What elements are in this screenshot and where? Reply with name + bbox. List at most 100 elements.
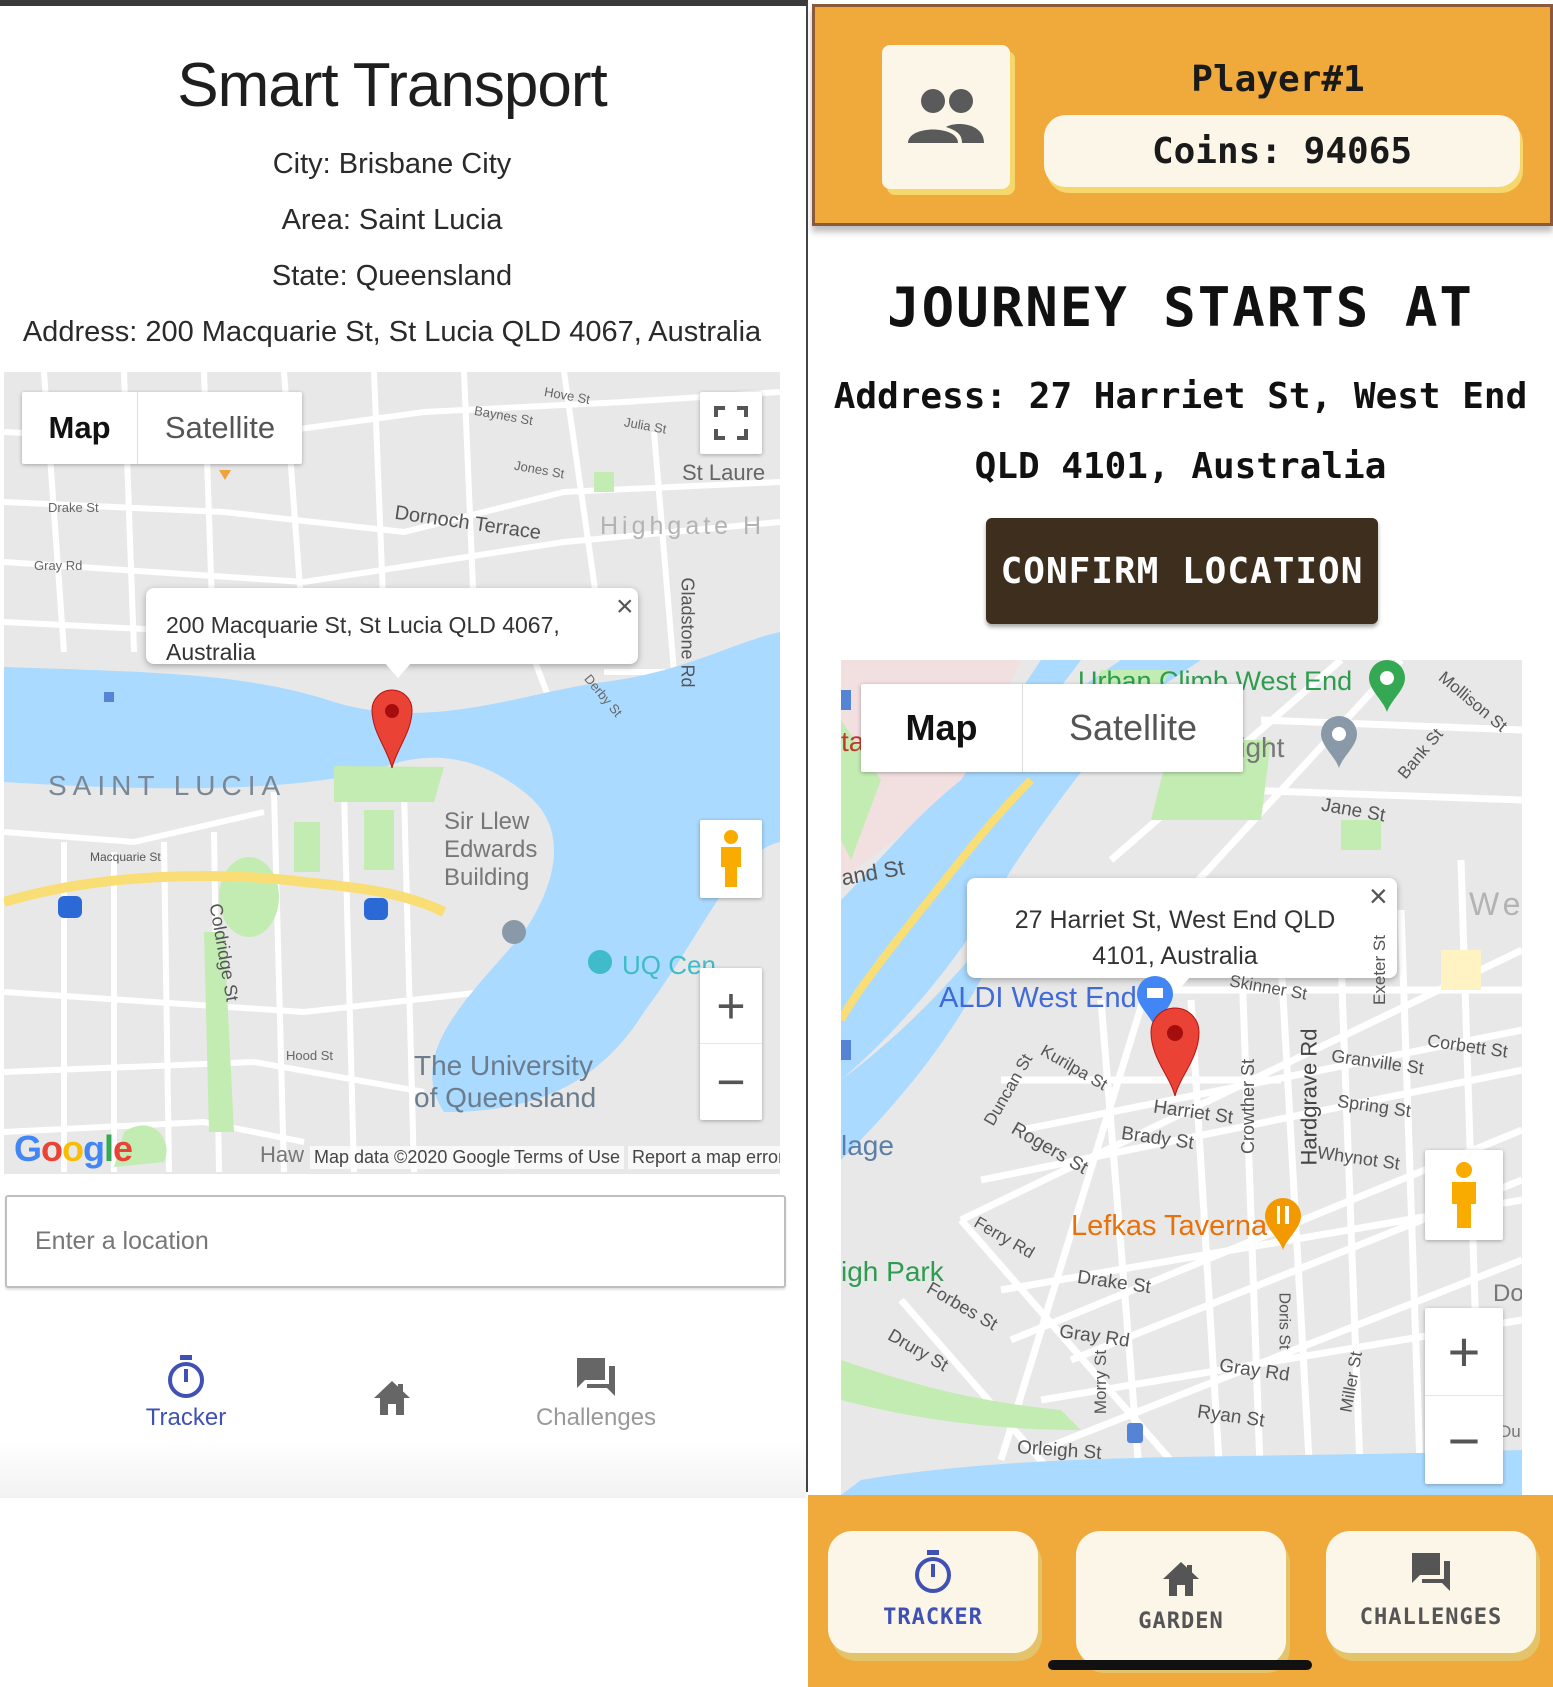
street-view-pegman[interactable] xyxy=(700,820,762,898)
map-type-satellite-button[interactable]: Satellite xyxy=(138,392,302,464)
infowindow-close-icon[interactable]: × xyxy=(616,590,634,624)
zoom-in-button[interactable]: + xyxy=(1425,1308,1503,1396)
park-pin-icon xyxy=(1369,660,1405,712)
map-label-doris: Doris St xyxy=(1275,1292,1293,1350)
forum-icon xyxy=(577,1358,615,1396)
infowindow-pointer xyxy=(384,662,412,678)
nav-tracker-label: TRACKER xyxy=(883,1605,983,1630)
map-label-aldi: ALDI West End xyxy=(939,982,1137,1014)
home-icon xyxy=(1163,1562,1199,1596)
nav-garden-label: GARDEN xyxy=(1138,1609,1224,1634)
nav-tracker[interactable]: TRACKER xyxy=(828,1531,1038,1653)
stopwatch-icon xyxy=(168,1355,204,1398)
map-terms-link[interactable]: Terms of Use xyxy=(510,1146,625,1169)
map-label-uq-1: The University xyxy=(414,1050,593,1081)
map-label-we: We xyxy=(1469,886,1522,922)
location-search-input[interactable] xyxy=(5,1195,786,1288)
journey-heading: JOURNEY STARTS AT xyxy=(887,276,1474,339)
map-label-macquarie: Macquarie St xyxy=(90,850,161,864)
map-view[interactable]: Map Satellite St Laure Highgate H Dornoc… xyxy=(4,372,780,1174)
stopwatch-icon xyxy=(915,1550,951,1593)
journey-address-line1: Address: 27 Harriet St, West End xyxy=(833,376,1528,417)
map-label-sir-llew-2: Edwards xyxy=(444,836,538,863)
map-label-uq-2: of Queensland xyxy=(414,1082,597,1113)
map-type-control: Map Satellite xyxy=(861,684,1243,772)
map-type-control: Map Satellite xyxy=(22,392,302,464)
nav-tracker[interactable]: Tracker xyxy=(86,1354,286,1432)
nav-challenges[interactable]: CHALLENGES xyxy=(1326,1531,1536,1653)
bottom-nav: Tracker Challenges xyxy=(0,1306,806,1498)
state-text: State: Queensland xyxy=(271,260,513,292)
map-label-saint-lucia: SAINT LUCIA xyxy=(48,770,287,801)
map-label-morry: Morry St xyxy=(1091,1349,1111,1415)
map-label-uq: The University of Queensland xyxy=(414,1050,596,1114)
map-label-hood: Hood St xyxy=(286,1048,333,1063)
map-label-sir-llew-1: Sir Llew xyxy=(444,808,530,835)
nav-challenges-label: CHALLENGES xyxy=(1359,1605,1503,1630)
map-label-do: Do xyxy=(1493,1280,1522,1307)
map-label-sir-llew-3: Building xyxy=(444,864,530,891)
map-type-map-button[interactable]: Map xyxy=(861,684,1023,772)
confirm-location-button[interactable]: CONFIRM LOCATION xyxy=(986,518,1378,624)
map-label-gray: Gray Rd xyxy=(34,558,83,573)
location-marker-icon[interactable] xyxy=(1149,1006,1201,1098)
fullscreen-button[interactable] xyxy=(700,392,762,454)
nav-garden[interactable]: GARDEN xyxy=(1076,1531,1286,1665)
pegman-icon xyxy=(1452,1162,1476,1228)
home-indicator xyxy=(1048,1660,1312,1670)
map-label-exeter: Exeter St xyxy=(1369,935,1389,1005)
nav-tracker-label: Tracker xyxy=(145,1404,227,1431)
location-marker-icon[interactable] xyxy=(370,688,414,770)
zoom-control: + − xyxy=(700,968,762,1120)
people-icon xyxy=(908,89,984,143)
zoom-in-button[interactable]: + xyxy=(700,968,762,1044)
city-text: City: Brisbane City xyxy=(272,148,512,180)
map-type-map-button[interactable]: Map xyxy=(22,392,138,464)
app-title: Smart Transport xyxy=(177,51,607,120)
home-icon xyxy=(374,1381,410,1415)
map-label-crowther: Crowther St xyxy=(1238,1058,1259,1155)
map-label-st-laure: St Laure xyxy=(682,460,766,485)
pegman-icon xyxy=(721,830,741,887)
map-attribution: Map data ©2020 Google xyxy=(310,1146,515,1169)
map-infowindow-line1: 27 Harriet St, West End QLD xyxy=(1014,906,1336,934)
nav-challenges-label: Challenges xyxy=(535,1404,657,1431)
map-report-link[interactable]: Report a map error xyxy=(628,1146,780,1169)
area-text: Area: Saint Lucia xyxy=(281,204,503,236)
map-infowindow: 27 Harriet St, West End QLD 4101, Austra… xyxy=(967,878,1397,992)
map-label-gladstone: Gladstone Rd xyxy=(677,577,698,688)
street-view-pegman[interactable] xyxy=(1425,1150,1503,1240)
poi-pin-icon xyxy=(1321,716,1357,768)
map-label-park: igh Park xyxy=(841,1256,944,1287)
nav-challenges[interactable]: Challenges xyxy=(496,1354,696,1432)
player-header: Player#1 Coins: 94065 xyxy=(812,4,1553,226)
map-label-drake: Drake St xyxy=(48,500,99,515)
map-infowindow-text: 200 Macquarie St, St Lucia QLD 4067, Aus… xyxy=(166,612,560,665)
map-label-lefkas: Lefkas Taverna xyxy=(1071,1210,1268,1242)
map-view[interactable]: Urban Climb West End light ta Jane St Mo… xyxy=(841,660,1522,1495)
nav-home[interactable] xyxy=(292,1378,492,1422)
map-type-satellite-button[interactable]: Satellite xyxy=(1023,684,1243,772)
address-text: Address: 200 Macquarie St, St Lucia QLD … xyxy=(22,316,762,348)
zoom-out-button[interactable]: − xyxy=(1425,1396,1503,1484)
zoom-out-button[interactable]: − xyxy=(700,1044,762,1120)
map-label-highgate: Highgate H xyxy=(600,512,766,540)
journey-address-line2: QLD 4101, Australia xyxy=(974,446,1387,487)
friends-button[interactable] xyxy=(882,45,1010,189)
fullscreen-icon xyxy=(714,406,748,440)
right-screen: Player#1 Coins: 94065 JOURNEY STARTS AT … xyxy=(808,0,1553,1687)
bottom-nav: TRACKER GARDEN CHALLENGES xyxy=(808,1495,1553,1687)
coins-counter: Coins: 94065 xyxy=(1044,115,1520,187)
infowindow-close-icon[interactable]: × xyxy=(1369,878,1388,915)
map-infowindow: 200 Macquarie St, St Lucia QLD 4067, Aus… xyxy=(146,588,638,678)
google-logo: Google xyxy=(14,1128,133,1169)
restaurant-pin-icon xyxy=(1265,1198,1301,1250)
zoom-control: + − xyxy=(1425,1308,1503,1484)
map-infowindow-text: 27 Harriet St, West End QLD 4101, Austra… xyxy=(967,902,1383,974)
map-label-sir-llew: Sir Llew Edwards Building xyxy=(444,808,537,892)
left-screen: Smart Transport City: Brisbane City Area… xyxy=(0,0,808,1498)
forum-icon xyxy=(1412,1553,1450,1591)
player-name: Player#1 xyxy=(1191,59,1365,100)
map-label-lage: lage xyxy=(841,1130,894,1161)
map-label-haw: Haw xyxy=(260,1142,305,1167)
